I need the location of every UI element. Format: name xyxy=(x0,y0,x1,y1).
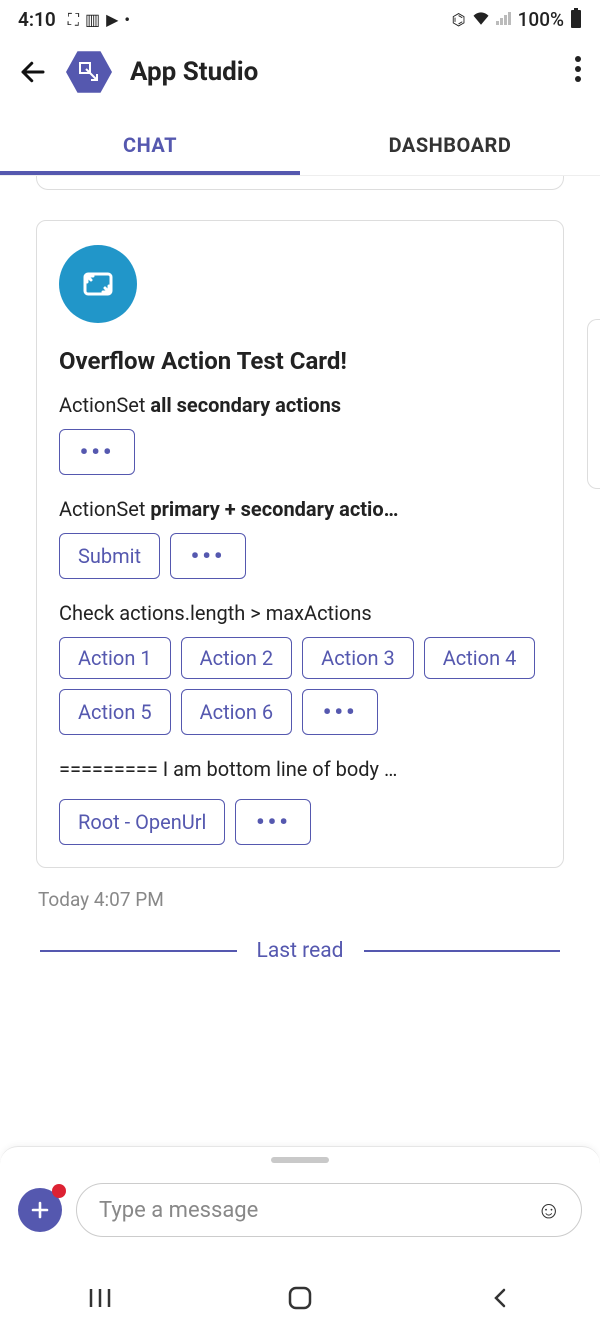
action-4-button[interactable]: Action 4 xyxy=(424,637,536,679)
more-notifications-icon: • xyxy=(124,12,130,28)
youtube-icon: ▶ xyxy=(106,12,118,28)
previous-card-edge xyxy=(36,176,564,190)
android-navbar xyxy=(0,1263,600,1333)
card-hero-icon xyxy=(59,245,137,323)
section-prefix: ActionSet xyxy=(59,393,150,417)
submit-button[interactable]: Submit xyxy=(59,533,160,579)
status-bar: 4:10 ⛶ ▥ ▶ • ⌬ 100% xyxy=(0,0,600,35)
action-2-button[interactable]: Action 2 xyxy=(181,637,293,679)
section-bold: primary + secondary actio… xyxy=(150,497,398,521)
back-button[interactable] xyxy=(18,57,48,87)
section-primary-secondary-label: ActionSet primary + secondary actio… xyxy=(59,497,541,521)
adaptive-card: Overflow Action Test Card! ActionSet all… xyxy=(36,220,564,868)
battery-percent: 100% xyxy=(518,8,564,31)
message-timestamp: Today 4:07 PM xyxy=(38,888,590,911)
tabs: CHAT DASHBOARD xyxy=(0,113,600,175)
app-bar-more-icon[interactable] xyxy=(574,55,582,90)
last-read-marker: Last read xyxy=(40,939,560,963)
overflow-button-4[interactable]: ••• xyxy=(235,799,311,845)
camera-sensor-icon: ⛶ xyxy=(68,12,79,28)
message-placeholder: Type a message xyxy=(99,1198,258,1223)
section-prefix: ActionSet xyxy=(59,497,150,521)
app-bar: App Studio xyxy=(0,35,600,113)
compose-sheet: Type a message ☺ xyxy=(0,1146,600,1263)
action-3-button[interactable]: Action 3 xyxy=(302,637,414,679)
tab-chat[interactable]: CHAT xyxy=(0,113,300,175)
teams-icon: ▥ xyxy=(85,12,100,28)
chat-scroll[interactable]: Overflow Action Test Card! ActionSet all… xyxy=(0,176,600,963)
overflow-button-2[interactable]: ••• xyxy=(170,533,246,579)
nav-recents-icon[interactable] xyxy=(83,1281,117,1315)
section-bold: all secondary actions xyxy=(150,393,341,417)
status-time: 4:10 xyxy=(18,8,56,31)
vpn-key-icon: ⌬ xyxy=(452,12,466,28)
section-all-secondary-label: ActionSet all secondary actions xyxy=(59,393,541,417)
action-6-button[interactable]: Action 6 xyxy=(181,689,293,735)
emoji-icon[interactable]: ☺ xyxy=(536,1196,561,1225)
app-logo xyxy=(66,49,112,95)
action-1-button[interactable]: Action 1 xyxy=(59,637,171,679)
app-title: App Studio xyxy=(130,57,258,87)
nav-home-icon[interactable] xyxy=(283,1281,317,1315)
tab-dashboard[interactable]: DASHBOARD xyxy=(300,113,600,175)
compose-add-button[interactable] xyxy=(18,1188,62,1232)
signal-icon xyxy=(496,11,512,28)
wifi-icon xyxy=(472,11,490,28)
battery-icon xyxy=(570,8,582,31)
section-maxactions-label: Check actions.length > maxActions xyxy=(59,601,541,625)
overflow-button-1[interactable]: ••• xyxy=(59,429,135,475)
sheet-grabber[interactable] xyxy=(271,1157,329,1163)
message-input[interactable]: Type a message ☺ xyxy=(76,1183,582,1237)
root-openurl-button[interactable]: Root - OpenUrl xyxy=(59,799,225,845)
action-5-button[interactable]: Action 5 xyxy=(59,689,171,735)
card-title: Overflow Action Test Card! xyxy=(59,347,541,375)
card-bottom-text: ========= I am bottom line of body … xyxy=(59,757,541,781)
nav-back-icon[interactable] xyxy=(483,1281,517,1315)
side-nudge-handle[interactable] xyxy=(587,319,600,489)
last-read-label: Last read xyxy=(257,939,344,963)
overflow-button-3[interactable]: ••• xyxy=(302,689,378,735)
